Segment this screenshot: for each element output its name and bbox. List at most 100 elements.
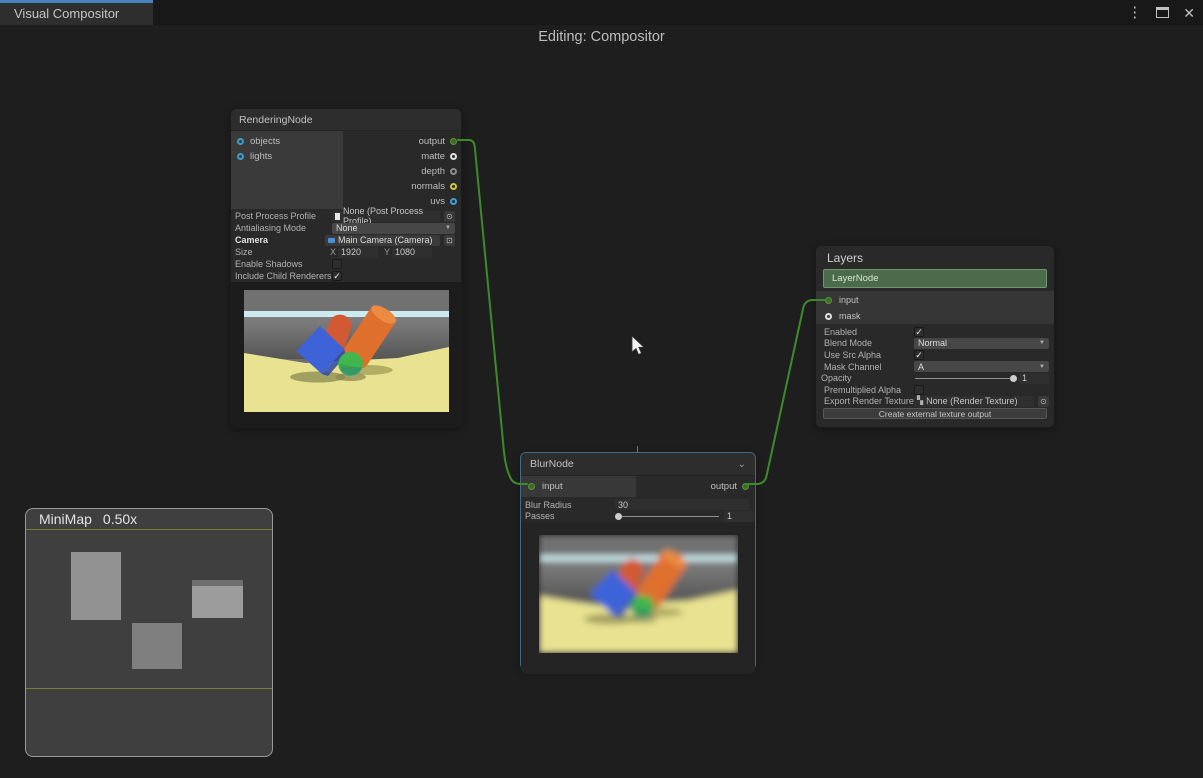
layer-input-port-row: input — [825, 292, 1054, 308]
rendering-node[interactable]: RenderingNode objects lights output m — [230, 108, 462, 428]
enable-shadows-label: Enable Shadows — [235, 259, 330, 269]
dropdown-arrow-icon: ▼ — [1039, 340, 1045, 346]
enabled-row: Enabled ✓ — [816, 326, 1054, 338]
editing-label: Editing: Compositor — [0, 29, 1203, 45]
enable-shadows-checkbox[interactable] — [332, 259, 342, 269]
camera-label: Camera — [235, 235, 323, 245]
objects-port[interactable] — [237, 138, 244, 145]
maximize-icon[interactable] — [1156, 7, 1169, 18]
blur-radius-row: Blur Radius 30 — [521, 499, 755, 511]
antialiasing-mode-row: Antialiasing Mode None ▼ — [231, 222, 461, 234]
blur-node-header[interactable]: BlurNode ⌄ — [521, 453, 755, 476]
matte-port[interactable] — [450, 153, 457, 160]
post-process-profile-row: Post Process Profile None (Post Process … — [231, 210, 461, 222]
dropdown-arrow-icon: ▼ — [445, 225, 451, 231]
lights-port[interactable] — [237, 153, 244, 160]
use-src-alpha-checkbox[interactable]: ✓ — [914, 350, 924, 360]
antialiasing-mode-dropdown[interactable]: None ▼ — [332, 223, 455, 234]
size-label: Size — [235, 247, 328, 257]
depth-port[interactable] — [450, 168, 457, 175]
port-row-lights: lights — [231, 149, 343, 164]
close-icon[interactable]: ✕ — [1183, 6, 1195, 20]
minimap-blur-node-rect[interactable] — [132, 623, 182, 669]
chevron-down-icon[interactable]: ⌄ — [738, 459, 746, 470]
minimap-panel[interactable]: MiniMap 0.50x — [25, 508, 273, 757]
menu-kebab-icon[interactable]: ⋮ — [1127, 5, 1142, 20]
layers-panel[interactable]: Layers LayerNode input mask Enabled ✓ Bl… — [815, 245, 1055, 428]
object-picker-icon[interactable]: ⊙ — [444, 211, 455, 222]
passes-row: Passes 1 — [521, 511, 755, 523]
dropdown-arrow-icon: ▼ — [1039, 364, 1045, 370]
minimap-layers-titlebar — [192, 580, 243, 586]
blur-radius-label: Blur Radius — [525, 500, 613, 510]
minimap-viewport[interactable] — [26, 529, 272, 689]
blur-radius-field[interactable]: 30 — [615, 499, 749, 510]
blur-input-port-label: input — [542, 481, 563, 492]
include-child-renderers-label: Include Child Renderers — [235, 271, 330, 281]
antialiasing-mode-label: Antialiasing Mode — [235, 223, 330, 233]
minimap-rendering-node-rect[interactable] — [71, 552, 121, 620]
blurred-scene-image — [539, 535, 738, 653]
size-x-label: X — [330, 247, 336, 257]
enabled-checkbox[interactable]: ✓ — [914, 327, 924, 337]
layer-mask-port[interactable] — [825, 313, 832, 320]
create-external-texture-output-button[interactable]: Create external texture output — [823, 408, 1047, 419]
post-process-profile-label: Post Process Profile — [235, 211, 330, 221]
blur-node-preview — [521, 522, 755, 674]
use-src-alpha-label: Use Src Alpha — [824, 350, 912, 360]
objects-port-label: objects — [250, 136, 280, 147]
object-picker-icon[interactable]: ⊙ — [1038, 396, 1049, 407]
edge-blur-output-to-layer-input[interactable] — [745, 300, 826, 484]
include-child-renderers-checkbox[interactable]: ✓ — [332, 271, 342, 281]
texture-checker-icon: ▚ — [917, 397, 923, 405]
layer-mask-port-row: mask — [825, 308, 1054, 324]
opacity-value-field[interactable]: 1 — [1019, 373, 1049, 384]
size-row: Size X 1920 Y 1080 — [231, 246, 461, 258]
edge-rendering-output-to-blur-input[interactable] — [458, 140, 527, 484]
camera-target-picker-icon[interactable]: ⊡ — [444, 235, 455, 246]
minimap-layers-rect[interactable] — [192, 580, 243, 618]
uvs-port[interactable] — [450, 198, 457, 205]
mask-channel-dropdown[interactable]: A ▼ — [914, 361, 1049, 372]
rendering-node-preview — [231, 282, 461, 428]
blend-mode-dropdown[interactable]: Normal ▼ — [914, 338, 1049, 349]
layer-mask-port-label: mask — [839, 311, 861, 321]
layer-node-row[interactable]: LayerNode — [823, 269, 1047, 288]
use-src-alpha-row: Use Src Alpha ✓ — [816, 349, 1054, 361]
normals-port-label: normals — [411, 181, 445, 192]
profile-doc-icon — [335, 213, 340, 220]
mouse-cursor — [626, 334, 646, 356]
premultiplied-alpha-label: Premultiplied Alpha — [824, 385, 912, 395]
rendering-node-header[interactable]: RenderingNode — [231, 109, 461, 131]
titlebar: Visual Compositor ⋮ ✕ — [0, 0, 1203, 25]
blur-node[interactable]: BlurNode ⌄ input output Blur Radius 30 P… — [520, 452, 756, 670]
output-port[interactable] — [450, 138, 457, 145]
size-x-field[interactable]: 1920 — [338, 247, 378, 258]
passes-value-field[interactable]: 1 — [724, 511, 754, 522]
layers-panel-header[interactable]: Layers — [816, 246, 1054, 269]
include-child-renderers-row: Include Child Renderers ✓ — [231, 270, 461, 282]
mask-channel-row: Mask Channel A ▼ — [816, 361, 1054, 373]
tab-visual-compositor[interactable]: Visual Compositor — [0, 0, 153, 25]
port-row-objects: objects — [231, 134, 343, 149]
enabled-label: Enabled — [824, 327, 912, 337]
enable-shadows-row: Enable Shadows — [231, 258, 461, 270]
camera-field[interactable]: Main Camera (Camera) — [325, 235, 440, 246]
minimap-zoom-level: 0.50x — [103, 511, 137, 527]
export-render-texture-label: Export Render Texture — [824, 396, 912, 406]
normals-port[interactable] — [450, 183, 457, 190]
premultiplied-alpha-checkbox[interactable] — [914, 385, 924, 395]
opacity-slider-handle[interactable] — [1010, 375, 1017, 382]
size-y-field[interactable]: 1080 — [392, 247, 432, 258]
blur-output-port-label: output — [711, 481, 737, 492]
rendering-node-inputs: objects lights — [231, 131, 343, 209]
blur-input-port[interactable] — [528, 483, 535, 490]
passes-slider[interactable] — [615, 511, 720, 522]
export-render-texture-field[interactable]: ▚ None (Render Texture) — [914, 396, 1034, 407]
passes-slider-handle[interactable] — [615, 513, 622, 520]
post-process-profile-field[interactable]: None (Post Process Profile) — [332, 211, 440, 222]
opacity-slider[interactable] — [914, 373, 1017, 384]
depth-port-label: depth — [421, 166, 445, 177]
rendered-scene-image — [244, 290, 449, 412]
matte-port-label: matte — [421, 151, 445, 162]
